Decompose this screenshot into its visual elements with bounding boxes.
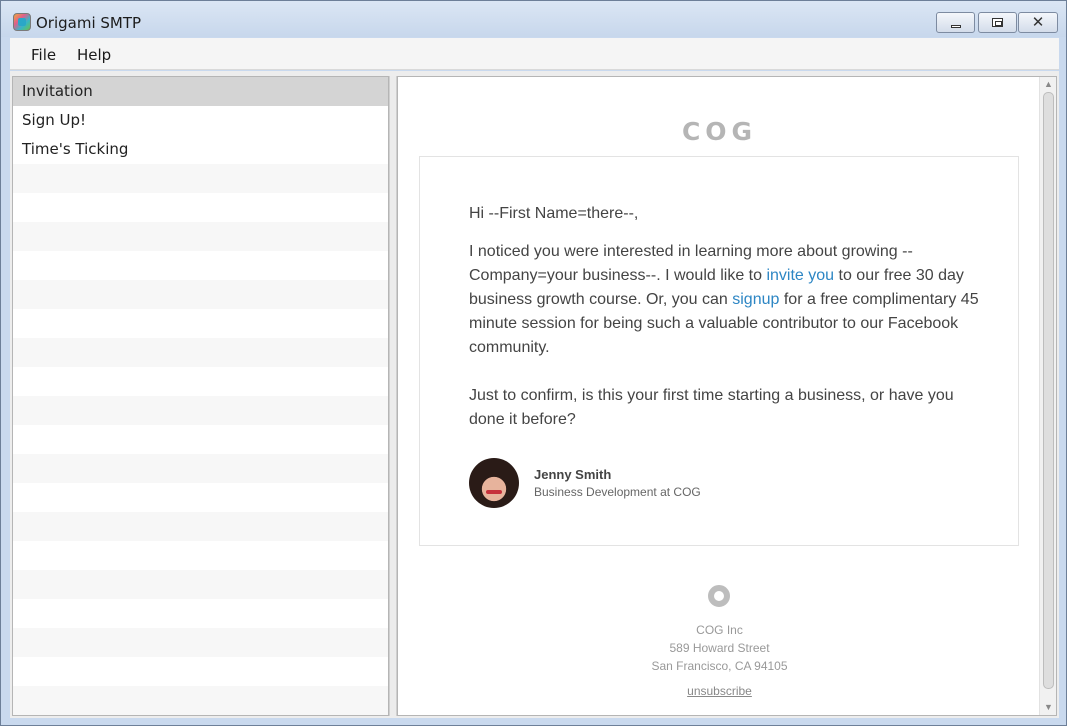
menu-file[interactable]: File (31, 46, 56, 64)
list-row-empty (13, 512, 388, 541)
list-item-sign-up[interactable]: Sign Up! (13, 106, 388, 135)
menu-help[interactable]: Help (77, 46, 111, 64)
list-row-empty (13, 164, 388, 193)
list-row-empty (13, 396, 388, 425)
list-row-empty (13, 541, 388, 570)
email-greeting: Hi --First Name=there--, (469, 205, 639, 222)
list-row-empty (13, 425, 388, 454)
app-logo-icon (13, 13, 31, 31)
list-row-empty (13, 367, 388, 396)
list-row-empty (13, 628, 388, 657)
email-card: Hi --First Name=there--, I noticed you w… (419, 156, 1019, 546)
footer-company: COG Inc (696, 623, 743, 637)
app-window: Origami SMTP ✕ File Help Invitation Sign… (0, 0, 1067, 726)
title-bar[interactable]: Origami SMTP ✕ (1, 1, 1066, 37)
footer-street: 589 Howard Street (669, 641, 770, 655)
list-row-empty (13, 222, 388, 251)
list-item-times-ticking[interactable]: Time's Ticking (13, 135, 388, 164)
list-row-empty (13, 570, 388, 599)
list-row-empty (13, 251, 388, 280)
list-row-empty (13, 338, 388, 367)
list-row-empty (13, 454, 388, 483)
list-row-empty (13, 657, 388, 686)
avatar (469, 458, 519, 508)
scroll-thumb[interactable] (1043, 92, 1054, 689)
list-item-invitation[interactable]: Invitation (13, 77, 388, 106)
list-row-empty (13, 280, 388, 309)
scroll-up-icon[interactable]: ▲ (1043, 80, 1054, 89)
split-pane-divider[interactable] (389, 76, 397, 716)
email-paragraph-2: Just to confirm, is this your first time… (469, 387, 954, 428)
scroll-down-icon[interactable]: ▼ (1043, 703, 1054, 712)
minimize-button[interactable] (936, 12, 975, 33)
maximize-button[interactable] (978, 12, 1017, 33)
template-list[interactable]: Invitation Sign Up! Time's Ticking (12, 76, 389, 716)
list-row-empty (13, 599, 388, 628)
list-row-empty (13, 483, 388, 512)
list-row-empty (13, 686, 388, 715)
close-icon: ✕ (1031, 13, 1045, 31)
window-title: Origami SMTP (36, 14, 142, 32)
list-row-empty (13, 309, 388, 338)
email-paragraph-1: I noticed you were interested in learnin… (469, 240, 979, 360)
invite-you-link[interactable]: invite you (766, 267, 834, 284)
vertical-scrollbar[interactable]: ▲ ▼ (1039, 77, 1056, 715)
unsubscribe-link[interactable]: unsubscribe (398, 684, 1041, 698)
list-row-empty (13, 193, 388, 222)
footer-city: San Francisco, CA 94105 (651, 659, 788, 673)
minimize-icon (950, 25, 961, 28)
signature-name: Jenny Smith (534, 467, 612, 482)
signature-title: Business Development at COG (534, 485, 701, 499)
signup-link[interactable]: signup (732, 291, 779, 308)
main-content: Invitation Sign Up! Time's Ticking COG H… (10, 71, 1059, 718)
close-button[interactable]: ✕ (1018, 12, 1058, 33)
cog-logo: COG (681, 117, 758, 146)
email-preview: COG Hi --First Name=there--, I noticed y… (397, 76, 1057, 716)
footer-logo-icon (708, 585, 730, 607)
menu-bar: File Help (10, 38, 1059, 70)
maximize-icon (992, 18, 1003, 27)
